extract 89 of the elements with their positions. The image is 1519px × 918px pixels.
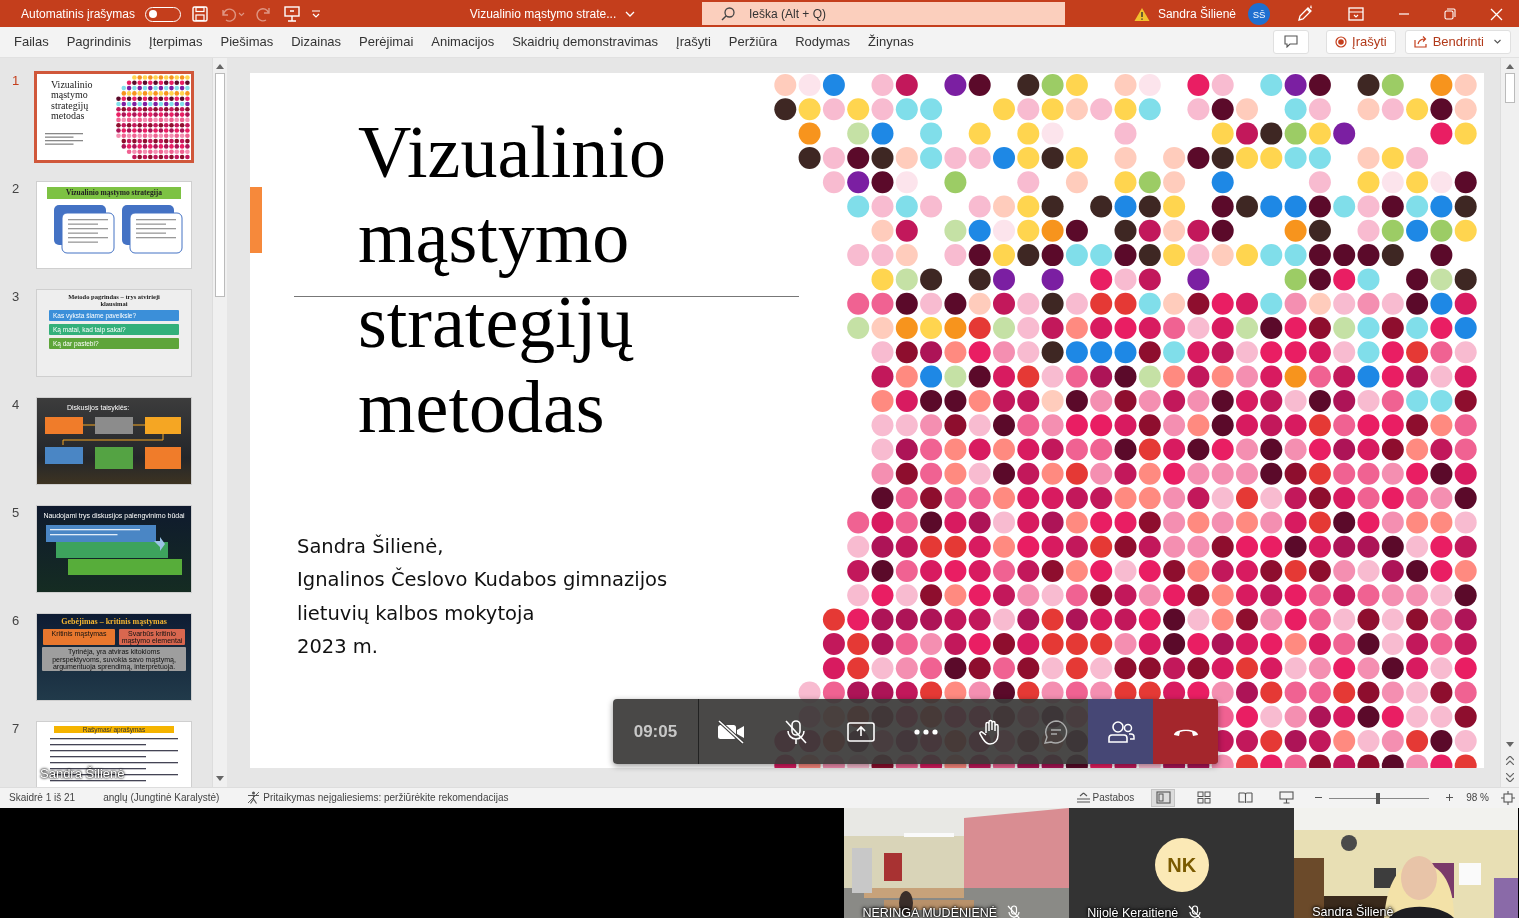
slide-number: 2 bbox=[11, 180, 21, 198]
ribbon-tab[interactable]: Žinynas bbox=[860, 30, 922, 54]
caret-icon bbox=[1493, 37, 1502, 47]
participants-button[interactable] bbox=[1088, 699, 1154, 764]
slide-number: 1 bbox=[11, 72, 21, 90]
notes-icon bbox=[1076, 792, 1090, 804]
pen-icon[interactable] bbox=[1296, 5, 1314, 23]
ribbon-tab[interactable]: Peržiūra bbox=[720, 30, 786, 54]
participant-name: NERINGA MUDĖNIENĖ bbox=[862, 905, 998, 918]
view-button[interactable] bbox=[1151, 788, 1176, 807]
scroll-up-icon[interactable] bbox=[216, 62, 224, 69]
language-indicator[interactable]: anglų (Jungtinė Karalystė) bbox=[103, 792, 220, 804]
slide-number: 4 bbox=[11, 396, 21, 414]
ribbon-tab[interactable]: Dizainas bbox=[283, 30, 350, 54]
comments-button[interactable] bbox=[1273, 29, 1309, 54]
scrollbar[interactable] bbox=[1500, 57, 1519, 787]
slideshow-icon bbox=[1278, 791, 1294, 805]
slide-number: 3 bbox=[11, 288, 21, 306]
author-text: lietuvių kalbos mokytoja bbox=[297, 600, 536, 627]
ribbon-tab[interactable]: Failas bbox=[6, 30, 57, 54]
author-text: 2023 m. bbox=[297, 634, 380, 661]
zoom-level[interactable]: 98 % bbox=[1466, 792, 1489, 804]
ribbon-tab[interactable]: Rodymas bbox=[787, 30, 859, 54]
participant-avatar: NK bbox=[1154, 838, 1209, 892]
scroll-up-icon[interactable] bbox=[1506, 62, 1514, 69]
microphone-off-icon bbox=[783, 718, 810, 745]
camera-off-icon bbox=[716, 719, 747, 744]
next-slide-icon[interactable] bbox=[1506, 772, 1514, 782]
search-icon bbox=[720, 6, 736, 22]
fit-to-window-icon[interactable] bbox=[1501, 790, 1515, 805]
scrollbar[interactable] bbox=[212, 57, 227, 787]
accessibility-button[interactable]: Pritaikymas neįgaliesiems: peržiūrėkite rekomendacijas bbox=[247, 791, 509, 805]
normal-view-icon bbox=[1155, 791, 1171, 805]
ribbon-display-icon[interactable] bbox=[1348, 7, 1364, 21]
close-icon[interactable] bbox=[1490, 7, 1503, 21]
save-icon[interactable] bbox=[191, 5, 210, 23]
thumbnail-title: Vizualinio mąstymo strategijų metodas bbox=[50, 77, 94, 122]
ribbon-tab[interactable]: Įrašyti bbox=[668, 30, 719, 54]
slide-number: 6 bbox=[11, 612, 21, 630]
scrollbar-thumb[interactable] bbox=[1505, 72, 1515, 103]
scroll-down-icon[interactable] bbox=[216, 775, 224, 782]
search-field[interactable]: Ieška (Alt + Q) bbox=[702, 2, 1065, 25]
customize-caret-icon[interactable] bbox=[311, 9, 322, 19]
ribbon-tab[interactable]: Perėjimai bbox=[351, 30, 422, 54]
slide-number: 5 bbox=[11, 504, 21, 522]
accessibility-icon bbox=[247, 791, 261, 805]
warning-icon bbox=[1133, 6, 1150, 22]
slide-number: 7 bbox=[11, 720, 21, 738]
user-avatar[interactable]: SŠ bbox=[1248, 3, 1270, 25]
slide-thumbnail[interactable]: Vizualinio mąstymo strategijų metodas bbox=[34, 70, 194, 163]
notes-button[interactable]: Pastabos bbox=[1076, 792, 1135, 804]
zoom-slider[interactable] bbox=[1329, 791, 1430, 804]
grid-view-icon bbox=[1196, 791, 1212, 805]
people-icon bbox=[1106, 719, 1135, 744]
scrollbar-thumb[interactable] bbox=[215, 72, 225, 297]
restore-icon[interactable] bbox=[1444, 8, 1456, 20]
accent-bar bbox=[250, 186, 262, 253]
scroll-down-icon[interactable] bbox=[1506, 741, 1514, 748]
comment-icon bbox=[1284, 35, 1298, 49]
more-icon bbox=[913, 728, 938, 735]
record-icon bbox=[1335, 35, 1347, 48]
slide-title-line: strategijų bbox=[358, 279, 635, 365]
text-lines-drawing bbox=[45, 131, 85, 146]
slide-counter: Skaidrė 1 iš 21 bbox=[9, 792, 76, 804]
author-text: Ignalinos Česlovo Kudabos gimnazijos bbox=[297, 566, 668, 594]
author-text: Sandra Šilienė, bbox=[297, 533, 445, 560]
zoom-in-icon[interactable] bbox=[1445, 793, 1455, 803]
chat-icon bbox=[1042, 718, 1069, 745]
book-icon bbox=[1237, 791, 1253, 805]
ribbon-tab[interactable]: Piešimas bbox=[212, 30, 282, 54]
ribbon-tab[interactable]: Skaidrių demonstravimas bbox=[504, 30, 667, 54]
document-title[interactable]: Vizualinio mąstymo strate... bbox=[469, 7, 617, 21]
slide-title-line: metodas bbox=[358, 364, 606, 450]
autosave-label: Automatinis įrašymas bbox=[21, 7, 136, 21]
slide-title-line: Vizualinio bbox=[358, 109, 667, 195]
share-screen-icon bbox=[847, 720, 876, 743]
slider-thumb[interactable] bbox=[1376, 792, 1381, 804]
ribbon-tab[interactable]: Pagrindinis bbox=[58, 30, 139, 54]
user-name: Sandra Šilienė bbox=[1157, 7, 1236, 21]
presentation-icon[interactable] bbox=[283, 5, 302, 23]
thumbnail-title: Gebėjimas – kritinis mąstymas bbox=[61, 615, 167, 627]
previous-slide-icon[interactable] bbox=[1506, 755, 1514, 765]
ribbon-tab[interactable]: Įterpimas bbox=[141, 30, 211, 54]
record-button[interactable]: Įrašyti bbox=[1326, 29, 1396, 54]
share-icon bbox=[1413, 35, 1428, 49]
call-timer: 09:05 bbox=[613, 699, 699, 764]
share-button[interactable]: Bendrinti bbox=[1404, 29, 1511, 54]
slide-title-line: mąstymo bbox=[358, 194, 631, 280]
ribbon-tab[interactable]: Animacijos bbox=[423, 30, 503, 54]
